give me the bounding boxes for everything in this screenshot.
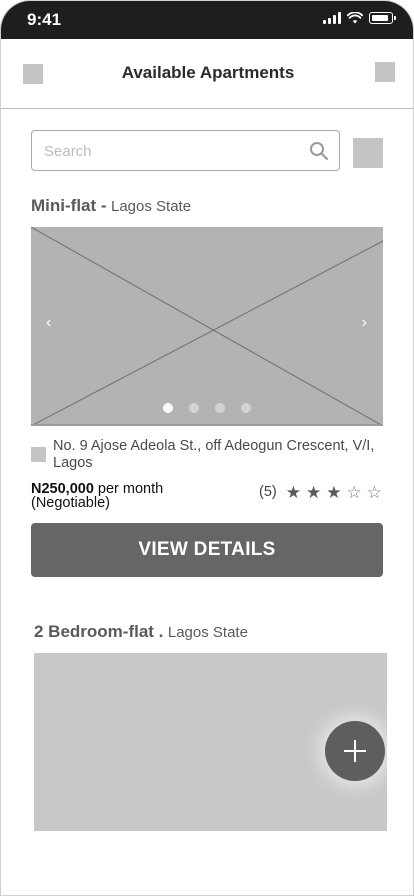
top-bar: Available Apartments: [1, 39, 413, 109]
status-icons: [323, 12, 396, 24]
status-bar: 9:41: [1, 1, 413, 39]
image-carousel[interactable]: ‹ ›: [31, 227, 383, 426]
search-icon[interactable]: [309, 141, 329, 161]
listing-title: 2 Bedroom-flat . Lagos State: [34, 622, 248, 642]
status-time: 9:41: [27, 10, 62, 29]
star-filled-icon: ★: [305, 482, 322, 502]
review-count: (5): [259, 484, 277, 500]
carousel-prev-icon[interactable]: ‹: [46, 315, 51, 331]
profile-button[interactable]: [375, 62, 395, 82]
signal-icon: [323, 12, 341, 24]
carousel-next-icon[interactable]: ›: [362, 315, 367, 331]
search-bar: [31, 130, 340, 171]
listing-address: No. 9 Ajose Adeola St., off Adeogun Cres…: [53, 438, 375, 471]
battery-icon: [369, 12, 396, 24]
carousel-dot[interactable]: [241, 403, 251, 413]
listing-state: Lagos State: [111, 198, 192, 215]
page-title: Available Apartments: [121, 63, 295, 82]
add-button[interactable]: [325, 721, 385, 781]
search-input[interactable]: [44, 140, 294, 162]
star-filled-icon: ★: [326, 482, 342, 502]
carousel-dot[interactable]: [189, 403, 199, 413]
listing-rating: (5) ★ ★ ★ ☆ ☆: [259, 482, 382, 502]
image-placeholder: [31, 227, 383, 424]
wifi-icon: [347, 12, 363, 24]
star-filled-icon: ★: [285, 482, 301, 502]
listing-type: Mini-flat -: [31, 196, 107, 215]
phone-frame: 9:41 Available Apartments Mini-flat - La…: [0, 0, 414, 896]
carousel-dot[interactable]: [163, 403, 173, 413]
listing-price: N250,000 per month (Negotiable): [31, 482, 163, 511]
carousel-dots: [31, 403, 383, 413]
price-negotiable: (Negotiable): [31, 495, 110, 511]
carousel-dot[interactable]: [215, 403, 225, 413]
listing-state: Lagos State: [167, 624, 248, 641]
listing-type: 2 Bedroom-flat .: [34, 622, 164, 641]
location-icon: [31, 447, 46, 462]
star-empty-icon: ☆: [366, 482, 382, 502]
listing-title: Mini-flat - Lagos State: [31, 196, 191, 216]
view-details-button[interactable]: VIEW DETAILS: [31, 523, 383, 577]
filter-button[interactable]: [353, 138, 383, 168]
star-empty-icon: ☆: [346, 482, 362, 502]
